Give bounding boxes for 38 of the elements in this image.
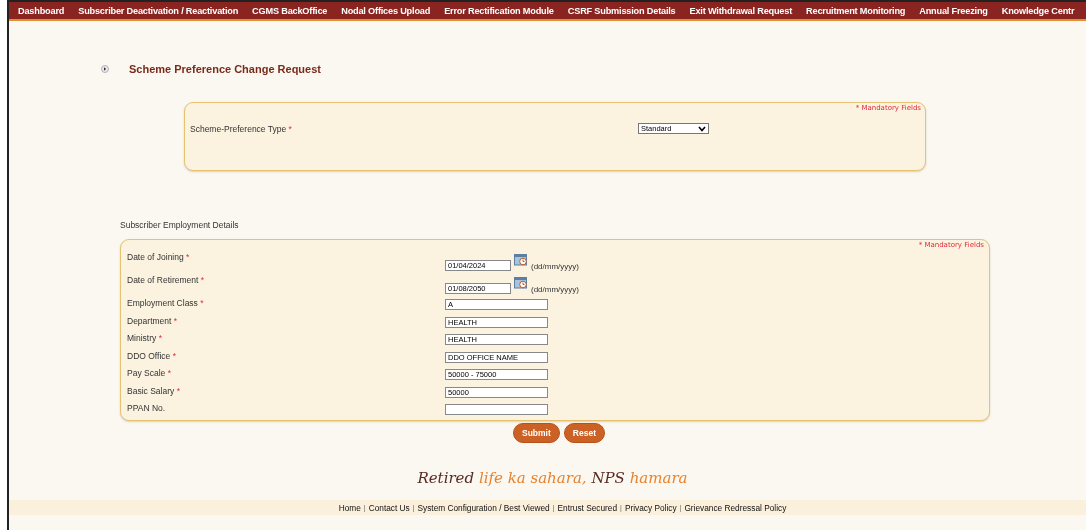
nav-link[interactable]: Knowledge Centr <box>1001 5 1075 16</box>
page-title: Scheme Preference Change Request <box>129 63 321 75</box>
field-label: Scheme-Preference Type * <box>190 123 293 134</box>
field-label: Ministry * <box>127 332 163 345</box>
bullet-icon <box>101 65 109 73</box>
field-label: Pay Scale * <box>127 367 172 380</box>
input-field[interactable] <box>445 404 548 416</box>
footer-link[interactable]: Privacy Policy <box>624 502 677 513</box>
field-label: Department * <box>127 314 179 328</box>
field-label: DDO Office * <box>127 349 177 363</box>
nav-link[interactable]: Nodal Offices Upload <box>341 5 431 16</box>
format-hint: (dd/mm/yyyy) <box>531 285 579 294</box>
nav-link[interactable]: Dashboard <box>18 5 65 16</box>
nav-link[interactable]: Exit Withdrawal Request <box>689 5 793 16</box>
footer-link[interactable]: Contact Us <box>368 502 410 513</box>
footer-link[interactable]: Grievance Redressal Policy <box>684 502 787 513</box>
field-label: Date of Retirement * <box>127 274 206 287</box>
nav-link[interactable]: CSRF Submission Details <box>567 5 676 16</box>
field-label: Employment Class * <box>127 297 205 310</box>
footer-link[interactable]: Home <box>338 502 361 513</box>
nav-link[interactable]: CGMS BackOffice <box>252 5 328 16</box>
caret-icon <box>698 125 706 132</box>
calendar-icon[interactable] <box>514 276 528 289</box>
field-label: PPAN No. <box>127 402 167 415</box>
footer-link[interactable]: Entrust Secured <box>557 502 618 513</box>
nav-link[interactable]: Error Rectification Module <box>444 5 554 16</box>
format-hint: (dd/mm/yyyy) <box>531 262 579 271</box>
field-label: Date of Joining * <box>127 251 191 264</box>
submit-button[interactable]: Submit <box>513 423 560 443</box>
nav-link[interactable]: Annual Freezing <box>919 5 988 16</box>
nav-link[interactable]: Subscriber Deactivation / Reactivation <box>78 5 239 16</box>
reset-button[interactable]: Reset <box>563 423 605 443</box>
calendar-icon[interactable] <box>514 253 528 266</box>
nav-link[interactable]: Recruitment Monitoring <box>806 5 906 16</box>
footer-link[interactable]: System Configuration / Best Viewed <box>417 502 550 513</box>
field-label: Basic Salary * <box>127 384 181 398</box>
tagline: Retired life ka sahara, NPS hamara <box>417 469 688 487</box>
section-title: Subscriber Employment Details <box>120 220 239 230</box>
